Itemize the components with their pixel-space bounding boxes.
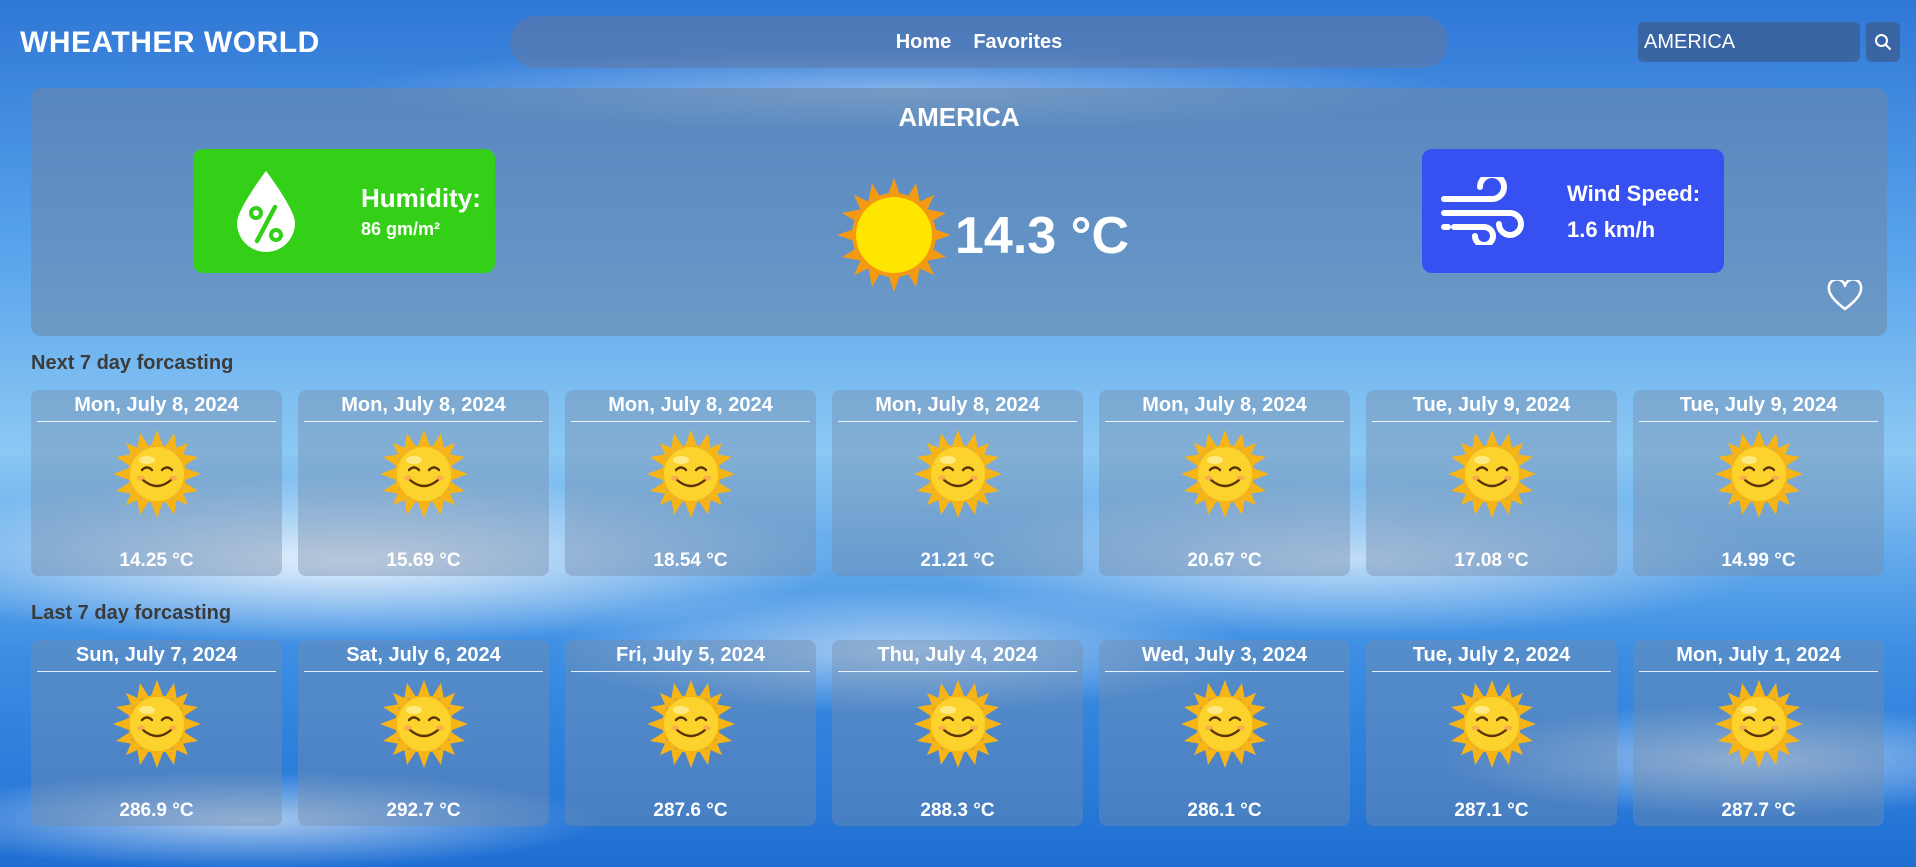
forecast-card[interactable]: Thu, July 4, 2024 288.3 °C [832, 640, 1083, 826]
forecast-date: Mon, July 8, 2024 [1105, 394, 1344, 422]
forecast-card[interactable]: Mon, July 8, 2024 [298, 390, 549, 576]
forecast-card[interactable]: Mon, July 1, 2024 287.7 °C [1633, 640, 1884, 826]
next-7-day-title: Next 7 day forcasting [31, 352, 234, 374]
last-7-day-title: Last 7 day forcasting [31, 602, 232, 624]
forecast-card[interactable]: Mon, July 8, 2024 [31, 390, 282, 576]
wind-label: Wind Speed: [1567, 181, 1701, 206]
smiling-sun-icon [1448, 680, 1536, 768]
current-temperature: 14.3 °C [955, 207, 1130, 265]
forecast-card[interactable]: Mon, July 8, 2024 [1099, 390, 1350, 576]
smiling-sun-icon [1181, 680, 1269, 768]
forecast-temperature: 15.69 °C [386, 550, 461, 571]
forecast-date: Sat, July 6, 2024 [304, 644, 543, 672]
forecast-date: Tue, July 9, 2024 [1639, 394, 1878, 422]
wind-card: Wind Speed: 1.6 km/h [1422, 149, 1724, 273]
forecast-date: Fri, July 5, 2024 [571, 644, 810, 672]
next-7-day-row: Mon, July 8, 2024 14.25 °C Mon, July 8, … [31, 390, 1884, 576]
forecast-temperature: 18.54 °C [653, 550, 728, 571]
smiling-sun-icon [647, 680, 735, 768]
app-title: WHEATHER WORLD [20, 26, 320, 59]
forecast-date: Mon, July 8, 2024 [571, 394, 810, 422]
forecast-date: Mon, July 8, 2024 [304, 394, 543, 422]
smiling-sun-icon [1715, 680, 1803, 768]
forecast-date: Sun, July 7, 2024 [37, 644, 276, 672]
header: WHEATHER WORLD Home Favorites [0, 0, 1916, 80]
forecast-temperature: 287.1 °C [1454, 800, 1529, 821]
forecast-card[interactable]: Wed, July 3, 2024 286.1 °C [1099, 640, 1350, 826]
forecast-temperature: 288.3 °C [920, 800, 995, 821]
smiling-sun-icon [1448, 430, 1536, 518]
humidity-card: Humidity: 86 gm/m² [193, 149, 495, 273]
forecast-card[interactable]: Tue, July 9, 2024 [1366, 390, 1617, 576]
smiling-sun-icon [380, 430, 468, 518]
sun-icon [837, 178, 951, 292]
forecast-date: Mon, July 1, 2024 [1639, 644, 1878, 672]
forecast-date: Wed, July 3, 2024 [1105, 644, 1344, 672]
forecast-card[interactable]: Sun, July 7, 2024 286.9 °C [31, 640, 282, 826]
forecast-temperature: 286.1 °C [1187, 800, 1262, 821]
forecast-date: Mon, July 8, 2024 [838, 394, 1077, 422]
forecast-date: Thu, July 4, 2024 [838, 644, 1077, 672]
smiling-sun-icon [647, 430, 735, 518]
smiling-sun-icon [113, 430, 201, 518]
nav-bar: Home Favorites [510, 16, 1448, 68]
forecast-temperature: 14.25 °C [119, 550, 194, 571]
forecast-card[interactable]: Mon, July 8, 2024 [832, 390, 1083, 576]
forecast-card[interactable]: Mon, July 8, 2024 [565, 390, 816, 576]
forecast-temperature: 17.08 °C [1454, 550, 1529, 571]
humidity-value: 86 gm/m² [361, 219, 441, 239]
forecast-temperature: 287.6 °C [653, 800, 728, 821]
smiling-sun-icon [914, 680, 1002, 768]
forecast-temperature: 292.7 °C [386, 800, 461, 821]
forecast-temperature: 286.9 °C [119, 800, 194, 821]
wind-value: 1.6 km/h [1567, 217, 1656, 242]
search-input[interactable] [1638, 22, 1860, 62]
forecast-card[interactable]: Fri, July 5, 2024 287.6 °C [565, 640, 816, 826]
smiling-sun-icon [1181, 430, 1269, 518]
wind-icon [1441, 177, 1524, 245]
forecast-temperature: 20.67 °C [1187, 550, 1262, 571]
last-7-day-row: Sun, July 7, 2024 286.9 °C Sat, July 6, … [31, 640, 1884, 826]
nav-favorites-link[interactable]: Favorites [973, 31, 1062, 54]
city-name: AMERICA [898, 102, 1020, 132]
forecast-date: Tue, July 9, 2024 [1372, 394, 1611, 422]
forecast-temperature: 287.7 °C [1721, 800, 1796, 821]
smiling-sun-icon [113, 680, 201, 768]
forecast-date: Mon, July 8, 2024 [37, 394, 276, 422]
forecast-temperature: 21.21 °C [920, 550, 995, 571]
smiling-sun-icon [380, 680, 468, 768]
forecast-card[interactable]: Sat, July 6, 2024 292.7 °C [298, 640, 549, 826]
forecast-card[interactable]: Tue, July 9, 2024 [1633, 390, 1884, 576]
humidity-label: Humidity: [361, 183, 481, 213]
search-icon [1875, 34, 1892, 51]
forecast-temperature: 14.99 °C [1721, 550, 1796, 571]
heart-outline-icon[interactable] [1827, 280, 1863, 312]
humidity-drop-icon [237, 171, 295, 252]
current-weather-panel: AMERICA Humidity: 86 gm/m² 14.3 °C Wind … [31, 88, 1887, 336]
forecast-date: Tue, July 2, 2024 [1372, 644, 1611, 672]
forecast-card[interactable]: Tue, July 2, 2024 287.1 °C [1366, 640, 1617, 826]
search-bar [1638, 22, 1900, 62]
smiling-sun-icon [1715, 430, 1803, 518]
nav-home-link[interactable]: Home [896, 31, 952, 54]
smiling-sun-icon [914, 430, 1002, 518]
search-button[interactable] [1866, 22, 1900, 62]
